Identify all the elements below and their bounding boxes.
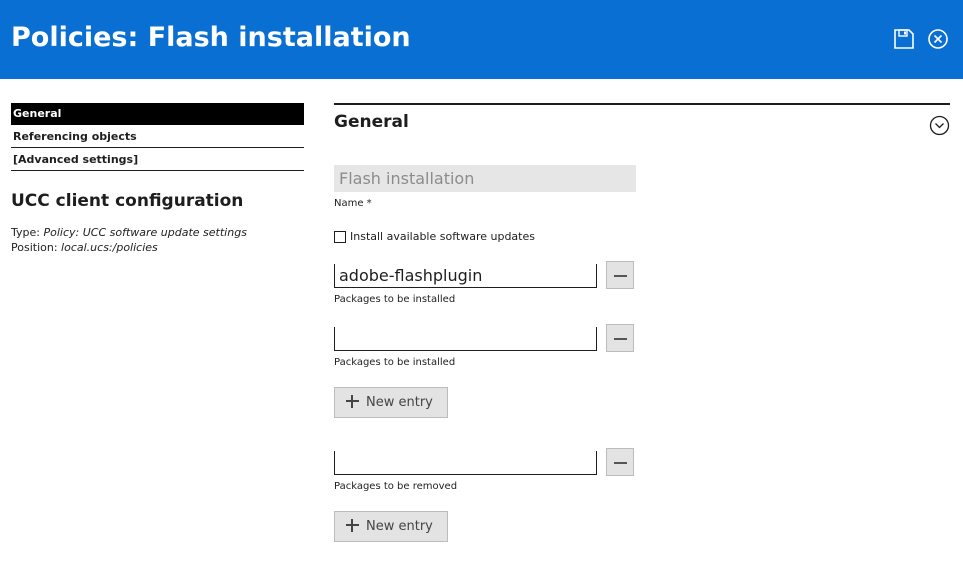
remove-package-label: Packages to be removed [334, 481, 458, 492]
remove-package-input[interactable] [334, 451, 597, 475]
sidebar-item-advanced-settings[interactable]: [Advanced settings] [11, 148, 304, 171]
remove-entry-button[interactable] [606, 324, 634, 352]
name-label: Name * [334, 198, 372, 209]
type-label: Type: [11, 226, 40, 239]
plus-icon [346, 519, 359, 532]
install-package-label: Packages to be installed [334, 294, 456, 305]
install-package-label: Packages to be installed [334, 357, 456, 368]
page-title: Policies: Flash installation [11, 22, 411, 53]
install-new-entry-button[interactable]: New entry [334, 387, 448, 418]
plus-icon [346, 395, 359, 408]
install-updates-label: Install available software updates [350, 230, 535, 243]
sidebar-item-referencing-objects[interactable]: Referencing objects [11, 125, 304, 148]
remove-entry-button[interactable] [606, 261, 634, 289]
new-entry-label: New entry [366, 395, 433, 410]
sidebar-nav: General Referencing objects [Advanced se… [11, 103, 304, 171]
position-label: Position: [11, 241, 58, 254]
sidebar-item-general[interactable]: General [11, 103, 304, 125]
section-title: General [334, 112, 409, 132]
install-package-input[interactable] [334, 264, 597, 288]
object-title: UCC client configuration [11, 191, 244, 211]
install-package-input[interactable] [334, 327, 597, 351]
type-value: Policy: UCC software update settings [43, 226, 247, 239]
new-entry-label: New entry [366, 519, 433, 534]
name-input[interactable] [334, 165, 636, 192]
object-position: Position: local.ucs:/policies [11, 241, 158, 254]
position-value: local.ucs:/policies [61, 241, 158, 254]
close-icon[interactable] [927, 28, 949, 50]
install-updates-checkbox[interactable] [334, 231, 346, 243]
object-type: Type: Policy: UCC software update settin… [11, 226, 247, 239]
section-divider [334, 103, 950, 105]
save-icon[interactable] [893, 28, 915, 50]
page-header: Policies: Flash installation [0, 0, 963, 79]
remove-entry-button[interactable] [606, 448, 634, 476]
chevron-down-circle-icon[interactable] [929, 115, 950, 136]
remove-new-entry-button[interactable]: New entry [334, 511, 448, 542]
